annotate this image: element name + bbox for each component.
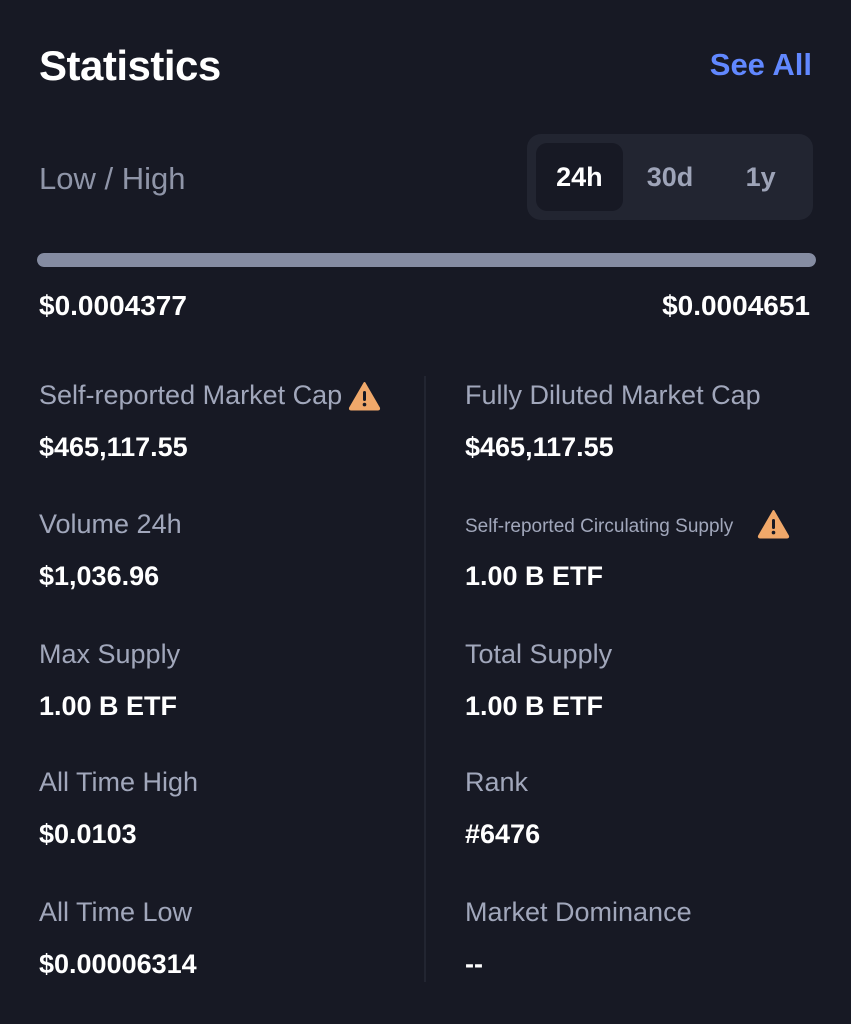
high-value: $0.0004651 (662, 290, 810, 321)
tab-1y[interactable]: 1y (717, 143, 804, 211)
low-high-row: Low / High 24h 30d 1y (39, 134, 813, 220)
low-value: $0.0004377 (39, 290, 187, 321)
stat-value: 1.00 B ETF (465, 691, 604, 721)
stat-value: $0.00006314 (39, 949, 197, 979)
stat-label: All Time Low (39, 897, 193, 927)
stat-label-text: Self-reported Market Cap (39, 380, 343, 410)
see-all-link[interactable]: See All (710, 47, 812, 83)
stat-value: $465,117.55 (39, 432, 188, 462)
page-title: Statistics (39, 42, 221, 89)
stat-label: Total Supply (465, 639, 613, 669)
stat-value: $0.0103 (39, 819, 137, 849)
stat-value: $1,036.96 (39, 561, 160, 591)
stat-label: Max Supply (39, 639, 181, 669)
stat-label: Self-reported Market Cap (39, 380, 381, 411)
column-divider (424, 376, 426, 982)
stat-label: Fully Diluted Market Cap (465, 380, 761, 410)
stat-label: All Time High (39, 767, 199, 797)
stat-value: -- (465, 949, 483, 979)
stats-header: Statistics See All (39, 38, 812, 98)
tab-30d[interactable]: 30d (627, 143, 714, 211)
warning-icon[interactable] (348, 381, 381, 411)
tab-24h[interactable]: 24h (536, 143, 623, 211)
low-high-label: Low / High (39, 161, 186, 196)
warning-icon[interactable] (757, 509, 790, 539)
timeframe-selector: 24h 30d 1y (527, 134, 813, 220)
low-high-bar-fill (37, 253, 816, 267)
stat-label: Volume 24h (39, 509, 182, 539)
stat-label: Rank (465, 767, 529, 797)
stat-label: Self-reported Circulating Supply (465, 510, 790, 539)
stat-value: #6476 (465, 819, 541, 849)
stat-label: Market Dominance (465, 897, 692, 927)
stat-value: $465,117.55 (465, 432, 614, 462)
stat-value: 1.00 B ETF (465, 561, 604, 591)
stat-label-text: Self-reported Circulating Supply (465, 516, 734, 537)
low-high-bar (37, 253, 816, 267)
stat-value: 1.00 B ETF (39, 691, 178, 721)
